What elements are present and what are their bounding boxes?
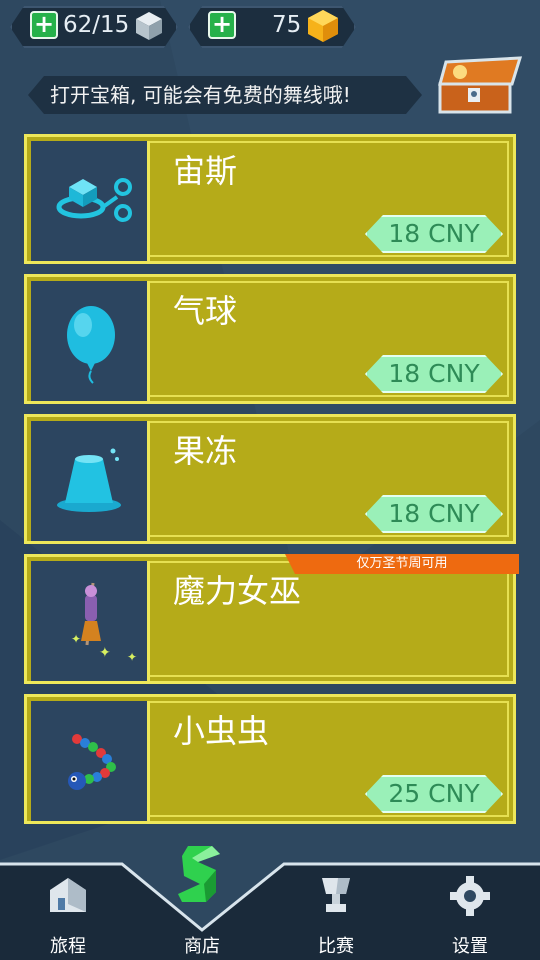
price-button[interactable]: 18 CNY — [365, 495, 503, 533]
item-icon-box — [31, 281, 150, 401]
gems-value: 75 — [272, 12, 302, 38]
nav-settings-tab[interactable]: 设置 — [420, 870, 520, 960]
shop-item-witch[interactable]: ✦ ✦ ✦ 魔力女巫 仅万圣节周可用 — [24, 554, 519, 684]
add-gems-button[interactable]: + — [208, 11, 236, 39]
halloween-only-ribbon: 仅万圣节周可用 — [285, 554, 519, 574]
item-icon-box: ✦ ✦ ✦ — [31, 561, 150, 681]
witch-broom-icon: ✦ ✦ ✦ — [71, 582, 137, 664]
item-icon-box — [31, 701, 150, 821]
treasure-chest-icon[interactable] — [432, 54, 528, 118]
item-icon-box — [31, 421, 150, 541]
item-title: 宙斯 — [173, 152, 238, 190]
shop-item-zeus[interactable]: 宙斯 18 CNY — [24, 134, 516, 264]
shop-item-balloon[interactable]: 气球 18 CNY — [24, 274, 516, 404]
nav-label: 设置 — [452, 936, 488, 957]
caterpillar-icon — [68, 734, 116, 790]
nav-competition-tab[interactable]: 比赛 — [286, 870, 386, 960]
dance-lines-value: 62/15 — [63, 12, 130, 38]
gear-icon — [450, 876, 490, 916]
nav-journey-tab[interactable]: 旅程 — [18, 870, 118, 960]
cube-icon — [136, 12, 162, 40]
nav-label: 比赛 — [318, 936, 354, 957]
zeus-cube-icon — [56, 178, 132, 222]
item-title: 气球 — [173, 292, 238, 330]
svg-text:✦: ✦ — [99, 645, 111, 661]
nav-label: 旅程 — [50, 936, 86, 957]
svg-text:✦: ✦ — [71, 632, 81, 646]
nav-shop-tab[interactable]: 商店 — [152, 846, 252, 960]
chest-hint-text: 打开宝箱, 可能会有免费的舞线哦! — [50, 83, 351, 107]
house-icon — [50, 878, 86, 912]
shop-item-caterpillar[interactable]: 小虫虫 25 CNY — [24, 694, 516, 824]
item-title: 魔力女巫 — [173, 572, 302, 610]
shop-item-jelly[interactable]: 果冻 18 CNY — [24, 414, 516, 544]
price-button[interactable]: 25 CNY — [365, 775, 503, 813]
price-button[interactable]: 18 CNY — [365, 215, 503, 253]
trophy-icon — [322, 878, 350, 912]
item-title: 小虫虫 — [173, 712, 270, 750]
nav-label: 商店 — [184, 936, 220, 957]
item-title: 果冻 — [173, 432, 238, 470]
price-button[interactable]: 18 CNY — [365, 355, 503, 393]
balloon-icon — [67, 306, 115, 384]
shop-s-icon — [178, 846, 220, 902]
add-dance-lines-button[interactable]: + — [30, 11, 58, 39]
item-icon-box — [31, 141, 150, 261]
svg-text:✦: ✦ — [127, 650, 137, 664]
jelly-icon — [57, 448, 121, 512]
gem-icon — [308, 10, 338, 42]
